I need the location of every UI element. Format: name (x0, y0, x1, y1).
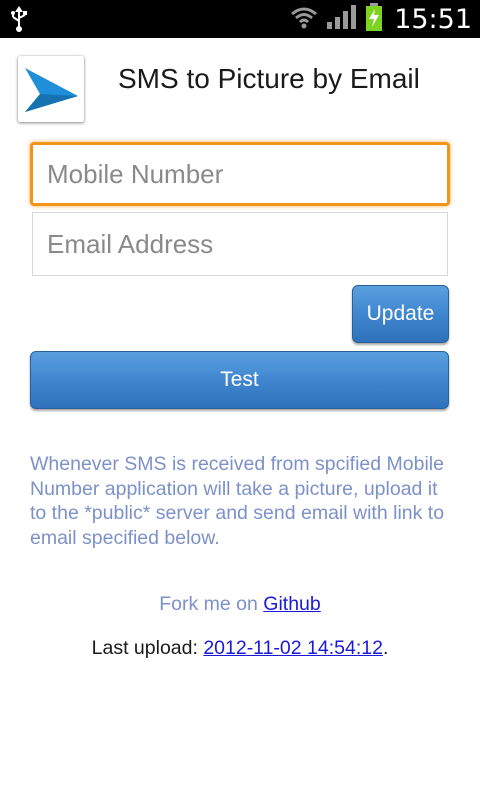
page-title: SMS to Picture by Email (118, 63, 420, 94)
description-text: Whenever SMS is received from spcified M… (30, 453, 445, 549)
last-upload-line: Last upload: 2012-11-02 14:54:12. (0, 637, 480, 660)
test-button[interactable]: Test (30, 351, 449, 409)
update-button[interactable]: Update (352, 285, 449, 343)
app-header: SMS to Picture by Email (0, 38, 480, 128)
last-upload-link[interactable]: 2012-11-02 14:54:12 (203, 637, 383, 659)
upload-suffix: . (382, 637, 389, 659)
status-time: 15:51 (394, 3, 472, 35)
fork-prefix: Fork me on (159, 593, 264, 615)
send-arrow-icon (18, 68, 84, 126)
upload-prefix: Last upload: (91, 637, 204, 659)
email-address-field[interactable] (32, 212, 448, 276)
wifi-icon (290, 5, 318, 33)
signal-icon (326, 4, 358, 34)
battery-charging-icon (366, 3, 383, 35)
fork-line: Fork me on Github (0, 593, 480, 616)
usb-icon (10, 6, 28, 36)
mobile-number-field[interactable] (30, 142, 450, 206)
app-logo (18, 56, 84, 122)
status-icons: 15:51 (290, 0, 472, 38)
status-bar: 15:51 (0, 0, 480, 38)
github-link[interactable]: Github (263, 593, 320, 615)
